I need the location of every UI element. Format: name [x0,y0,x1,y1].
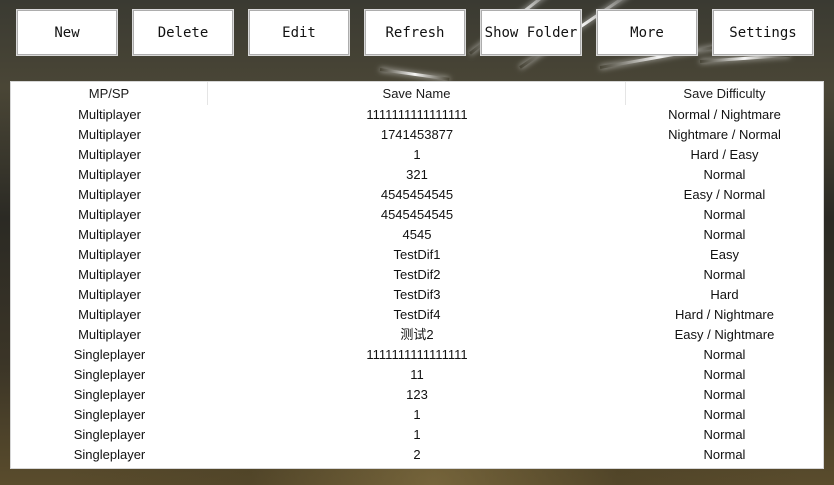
settings-button[interactable]: Settings [713,10,813,55]
delete-button[interactable]: Delete [133,10,233,55]
cell-mp-sp: Multiplayer [78,267,141,282]
table-row[interactable]: Singleplayer 1 Normal [11,425,823,445]
cell-mp-sp: Singleplayer [73,367,146,382]
cell-save-name: 测试2 [400,327,434,342]
cell-save-difficulty: Normal [703,447,746,462]
column-header-save-difficulty[interactable]: Save Difficulty [626,82,823,105]
table-row[interactable]: Singleplayer 123 Normal [11,385,823,405]
cell-mp-sp: Multiplayer [78,187,141,202]
cell-mp-sp: Multiplayer [78,107,141,122]
ceiling-light [379,68,450,81]
table-row[interactable]: Multiplayer 321 Normal [11,165,823,185]
table-row[interactable]: Multiplayer TestDif2 Normal [11,265,823,285]
cell-save-name: 4545454545 [380,187,454,202]
cell-save-name: 11 [410,367,424,382]
table-row[interactable]: Singleplayer 2 Normal [11,445,823,465]
table-row[interactable]: Multiplayer 4545454545 Easy / Normal [11,185,823,205]
cell-save-name: 4545 [402,227,432,242]
cell-mp-sp: Multiplayer [78,127,141,142]
cell-save-name: 1 [413,407,421,422]
table-row[interactable]: Singleplayer 1 Normal [11,405,823,425]
new-button[interactable]: New [17,10,117,55]
cell-save-name: 4545454545 [380,207,454,222]
table-row[interactable]: Singleplayer 1111111111111111 Normal [11,345,823,365]
cell-mp-sp: Multiplayer [78,247,141,262]
cell-save-difficulty: Normal [703,207,746,222]
ceiling-light [699,53,790,63]
table-row[interactable]: Multiplayer TestDif1 Easy [11,245,823,265]
table-row[interactable]: Multiplayer 1111111111111111 Normal / Nigh… [11,105,823,125]
cell-save-difficulty: Normal [703,387,746,402]
list-header: MP/SP Save Name Save Difficulty [11,82,823,105]
cell-mp-sp: Singleplayer [73,347,146,362]
cell-save-difficulty: Normal [703,427,746,442]
cell-mp-sp: Multiplayer [78,307,141,322]
cell-save-difficulty: Easy [710,247,739,262]
cell-save-name: 1111111111111111 [366,347,468,362]
cell-mp-sp: Multiplayer [78,207,141,222]
cell-save-name: 1111111111111111 [366,107,468,122]
cell-save-difficulty: Normal [703,167,746,182]
table-row[interactable]: Multiplayer 4545454545 Normal [11,205,823,225]
cell-save-name: TestDif2 [393,267,441,282]
cell-save-difficulty: Hard [710,287,739,302]
cell-mp-sp: Multiplayer [78,327,141,342]
cell-save-difficulty: Hard / Easy [690,147,759,162]
refresh-button[interactable]: Refresh [365,10,465,55]
cell-save-difficulty: Normal [703,367,746,382]
table-row[interactable]: Multiplayer TestDif4 Hard / Nightmare [11,305,823,325]
cell-mp-sp: Multiplayer [78,287,141,302]
cell-mp-sp: Multiplayer [78,167,141,182]
cell-save-name: TestDif4 [393,307,441,322]
table-row[interactable]: Singleplayer 11 Normal [11,365,823,385]
cell-save-name: 321 [406,167,428,182]
table-row[interactable]: Multiplayer 1 Hard / Easy [11,145,823,165]
cell-save-name: 123 [406,387,428,402]
cell-save-difficulty: Hard / Nightmare [675,307,774,322]
saves-list[interactable]: MP/SP Save Name Save Difficulty Multipla… [10,81,824,469]
more-button[interactable]: More [597,10,697,55]
column-header-mp-sp[interactable]: MP/SP [11,82,208,105]
cell-mp-sp: Multiplayer [78,227,141,242]
table-row[interactable]: Multiplayer 4545 Normal [11,225,823,245]
list-body: Multiplayer 1111111111111111 Normal / Nigh… [11,105,823,465]
cell-save-name: 2 [413,447,421,462]
cell-save-difficulty: Normal / Nightmare [668,107,781,122]
table-row[interactable]: Multiplayer TestDif3 Hard [11,285,823,305]
cell-mp-sp: Singleplayer [73,407,146,422]
toolbar: New Delete Edit Refresh Show Folder More… [17,10,817,55]
show-folder-button[interactable]: Show Folder [481,10,581,55]
cell-mp-sp: Singleplayer [73,427,146,442]
cell-save-difficulty: Normal [703,227,746,242]
cell-mp-sp: Singleplayer [73,387,146,402]
cell-save-difficulty: Easy / Nightmare [674,327,775,342]
cell-save-difficulty: Normal [703,267,746,282]
cell-save-name: 1 [413,147,421,162]
cell-mp-sp: Multiplayer [78,147,141,162]
cell-mp-sp: Singleplayer [73,447,146,462]
cell-save-difficulty: Nightmare / Normal [668,127,781,142]
cell-save-name: 1 [413,427,421,442]
cell-save-difficulty: Easy / Normal [683,187,766,202]
cell-save-difficulty: Normal [703,407,746,422]
table-row[interactable]: Multiplayer 1741453877 Nightmare / Normal [11,125,823,145]
column-header-save-name[interactable]: Save Name [208,82,626,105]
edit-button[interactable]: Edit [249,10,349,55]
cell-save-difficulty: Normal [703,347,746,362]
cell-save-name: 1741453877 [380,127,454,142]
table-row[interactable]: Multiplayer 测试2 Easy / Nightmare [11,325,823,345]
cell-save-name: TestDif3 [393,287,441,302]
cell-save-name: TestDif1 [393,247,441,262]
